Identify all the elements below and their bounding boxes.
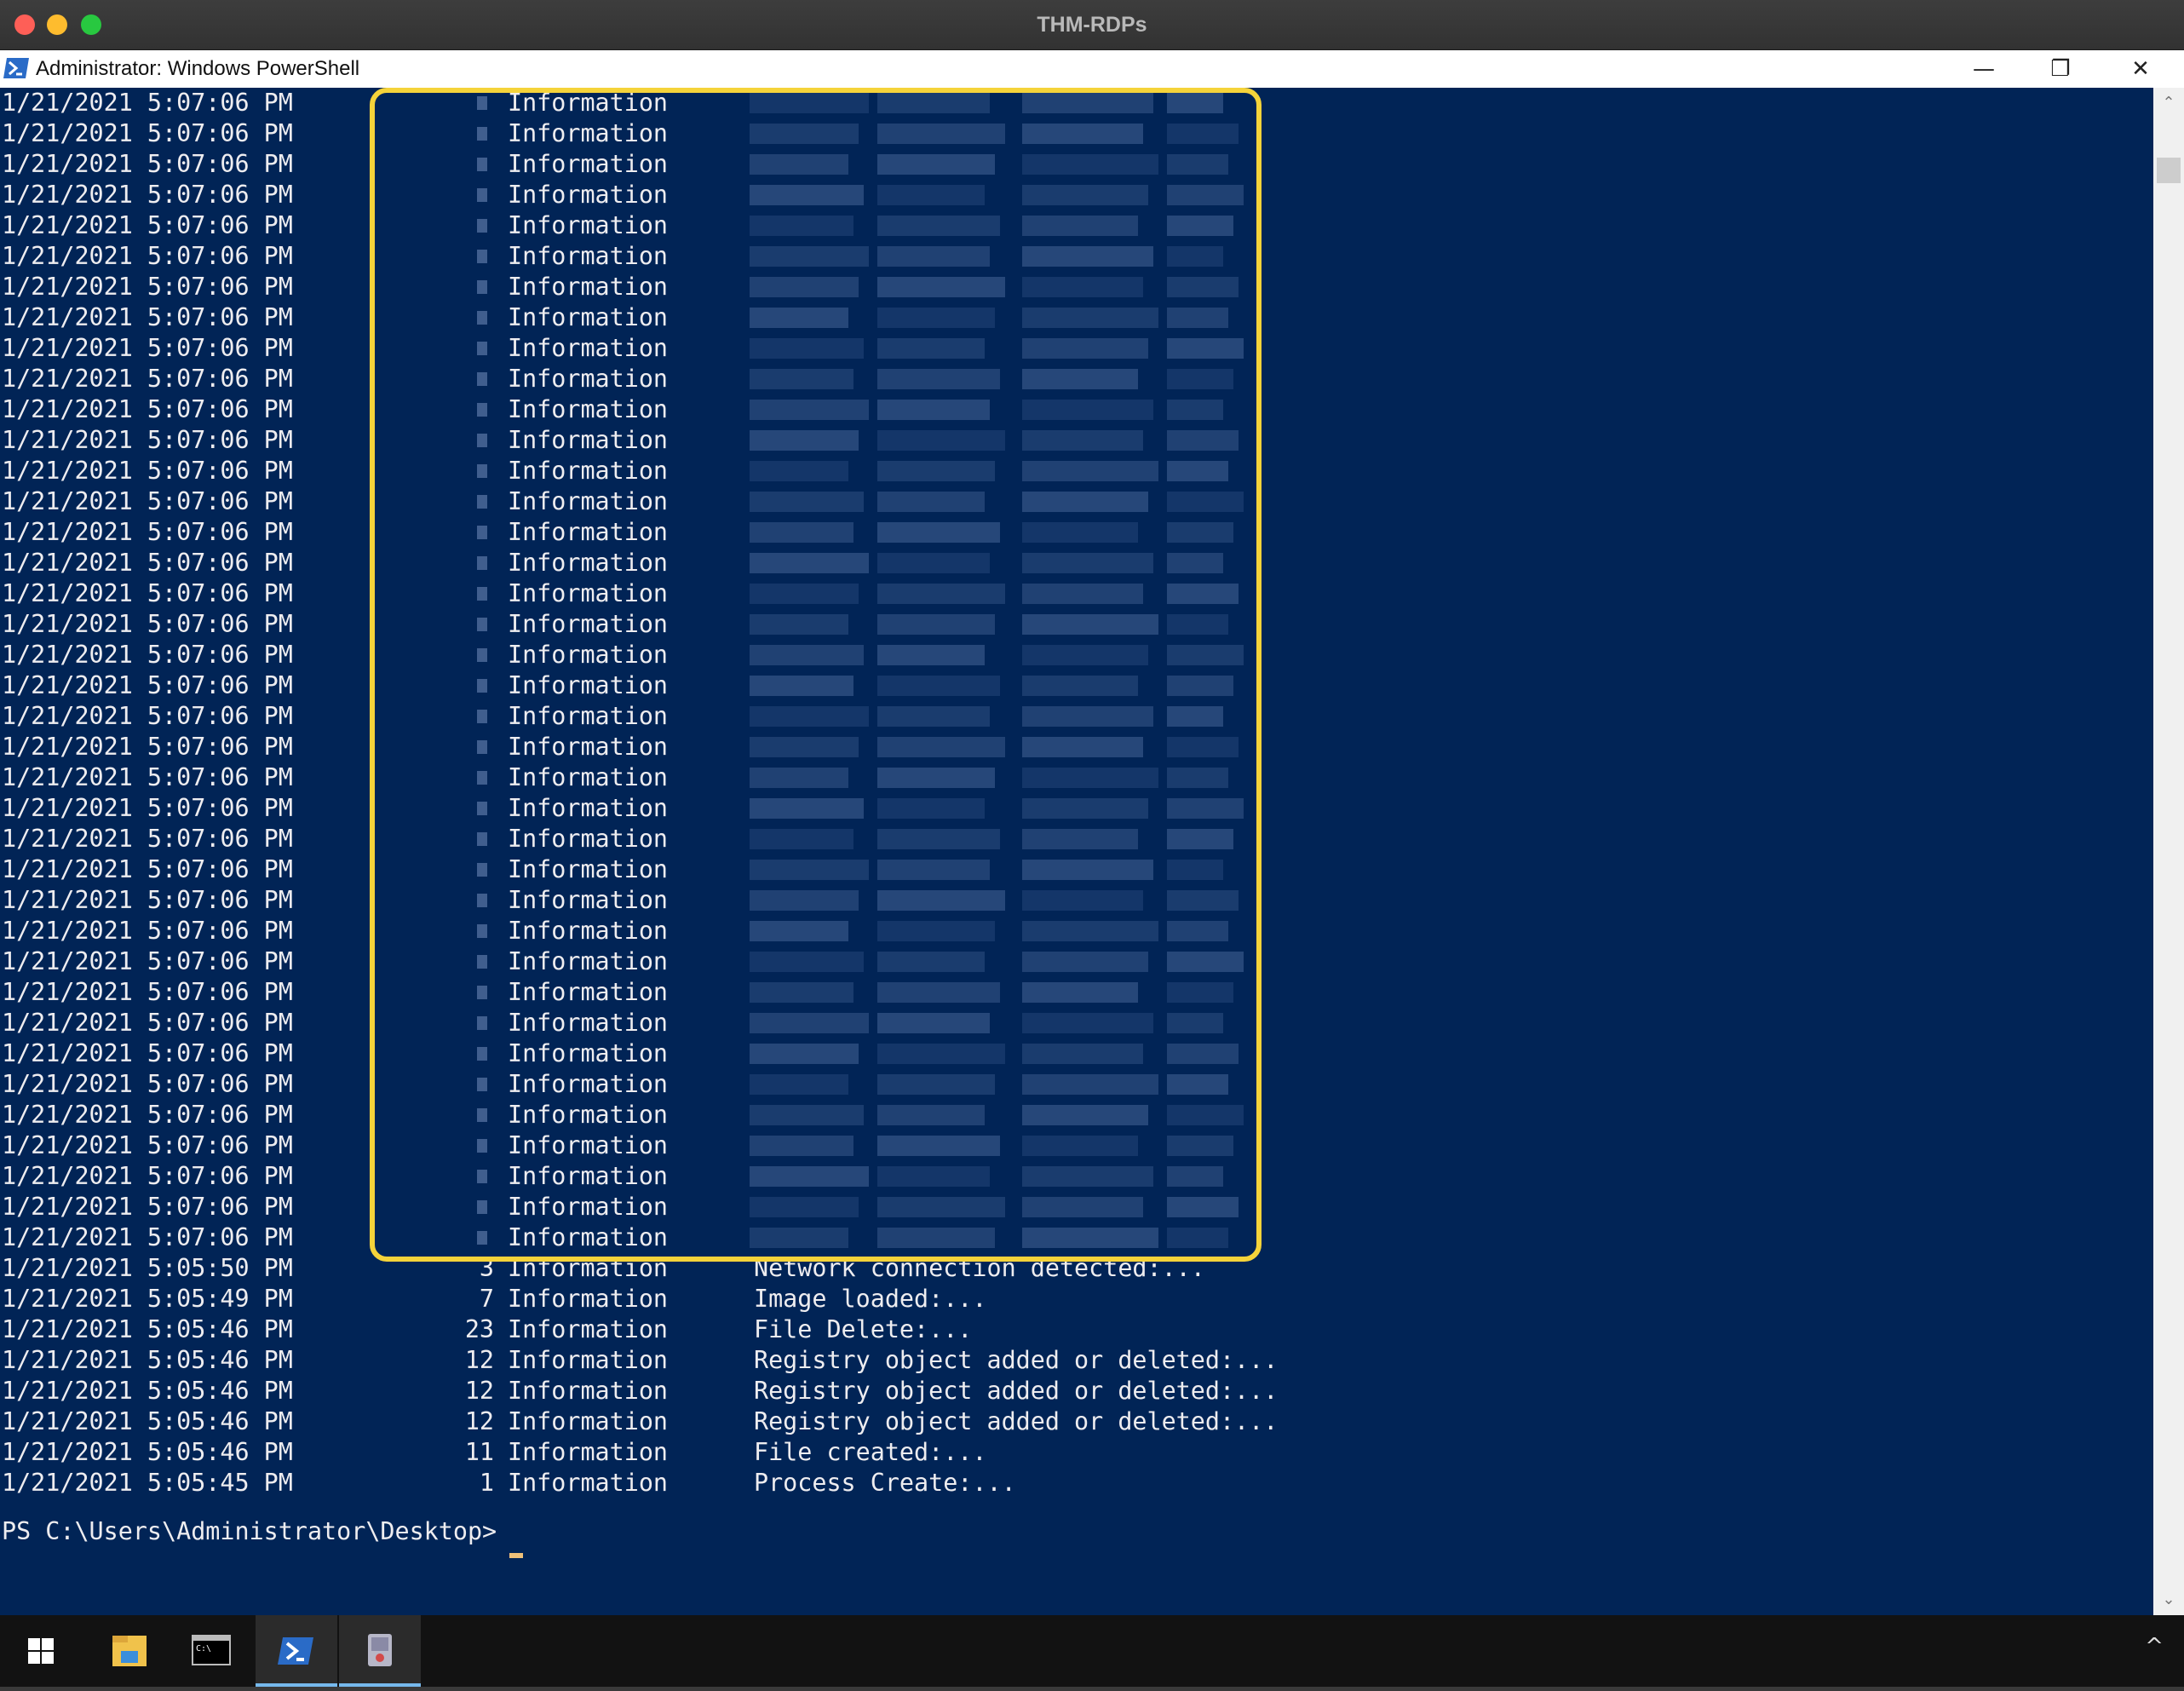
window-title-bar: Administrator: Windows PowerShell — ❐ ✕: [0, 50, 2184, 88]
highlight-box: [370, 88, 1262, 1262]
event-type: Information: [508, 1377, 669, 1405]
event-date: 1/21/2021 5:07:06 PM: [2, 579, 293, 607]
event-id: 12: [464, 1377, 494, 1405]
event-date: 1/21/2021 5:07:06 PM: [2, 855, 293, 883]
window-title: Administrator: Windows PowerShell: [36, 57, 360, 80]
app-icon: [368, 1634, 392, 1666]
event-id: 23: [464, 1315, 494, 1343]
event-date: 1/21/2021 5:07:06 PM: [2, 1223, 293, 1251]
windows-logo-icon: [28, 1638, 54, 1664]
event-date: 1/21/2021 5:07:06 PM: [2, 641, 293, 669]
event-date: 1/21/2021 5:07:06 PM: [2, 89, 293, 117]
event-id: 11: [464, 1438, 494, 1466]
event-date: 1/21/2021 5:07:06 PM: [2, 671, 293, 699]
file-explorer-button[interactable]: [89, 1615, 170, 1687]
folder-icon: [112, 1636, 147, 1666]
event-date: 1/21/2021 5:07:06 PM: [2, 1070, 293, 1098]
app-taskbar-button[interactable]: [339, 1615, 421, 1687]
event-message: Registry object added or deleted:...: [754, 1377, 1279, 1405]
event-message: Registry object added or deleted:...: [754, 1346, 1279, 1374]
event-date: 1/21/2021 5:07:06 PM: [2, 549, 293, 577]
event-date: 1/21/2021 5:07:06 PM: [2, 947, 293, 975]
vertical-scrollbar[interactable]: ⌃ ⌄: [2153, 88, 2184, 1615]
event-date: 1/21/2021 5:07:06 PM: [2, 1101, 293, 1129]
text-cursor: [509, 1553, 523, 1558]
event-id: 7: [479, 1285, 494, 1313]
scroll-up-icon[interactable]: ⌃: [2153, 88, 2184, 118]
event-type: Information: [508, 1407, 669, 1435]
event-date: 1/21/2021 5:07:06 PM: [2, 1039, 293, 1067]
event-date: 1/21/2021 5:05:49 PM: [2, 1285, 293, 1313]
event-type: Information: [508, 1346, 669, 1374]
taskbar: C:\ ^: [0, 1615, 2184, 1687]
event-date: 1/21/2021 5:07:06 PM: [2, 242, 293, 270]
event-date: 1/21/2021 5:05:45 PM: [2, 1469, 293, 1497]
event-date: 1/21/2021 5:05:46 PM: [2, 1438, 293, 1466]
event-type: Information: [508, 1469, 669, 1497]
event-date: 1/21/2021 5:07:06 PM: [2, 150, 293, 178]
event-date: 1/21/2021 5:07:06 PM: [2, 1193, 293, 1221]
event-id: 1: [479, 1469, 494, 1497]
scroll-down-icon[interactable]: ⌄: [2153, 1585, 2184, 1615]
terminal-icon: C:\: [192, 1635, 231, 1665]
event-date: 1/21/2021 5:07:06 PM: [2, 518, 293, 546]
event-date: 1/21/2021 5:07:06 PM: [2, 303, 293, 331]
event-date: 1/21/2021 5:07:06 PM: [2, 365, 293, 393]
event-message: File Delete:...: [754, 1315, 973, 1343]
event-message: Registry object added or deleted:...: [754, 1407, 1279, 1435]
svg-text:C:\: C:\: [196, 1644, 211, 1654]
event-date: 1/21/2021 5:07:06 PM: [2, 917, 293, 945]
event-type: Information: [508, 1285, 669, 1313]
event-id: 12: [464, 1407, 494, 1435]
start-button[interactable]: [0, 1615, 82, 1687]
event-date: 1/21/2021 5:07:06 PM: [2, 211, 293, 239]
powershell-taskbar-button[interactable]: [256, 1615, 337, 1687]
event-date: 1/21/2021 5:07:06 PM: [2, 825, 293, 853]
event-date: 1/21/2021 5:07:06 PM: [2, 733, 293, 761]
event-date: 1/21/2021 5:07:06 PM: [2, 978, 293, 1006]
tray-chevron-icon[interactable]: ^: [2145, 1634, 2164, 1659]
event-date: 1/21/2021 5:07:06 PM: [2, 1009, 293, 1037]
event-date: 1/21/2021 5:05:46 PM: [2, 1407, 293, 1435]
powershell-icon: [278, 1637, 313, 1665]
event-date: 1/21/2021 5:07:06 PM: [2, 119, 293, 147]
event-date: 1/21/2021 5:07:06 PM: [2, 487, 293, 515]
event-date: 1/21/2021 5:07:06 PM: [2, 886, 293, 914]
close-button[interactable]: ✕: [2102, 50, 2179, 88]
minimize-button[interactable]: —: [1945, 50, 2022, 88]
event-date: 1/21/2021 5:05:46 PM: [2, 1315, 293, 1343]
event-date: 1/21/2021 5:07:06 PM: [2, 1131, 293, 1159]
event-message: Image loaded:...: [754, 1285, 987, 1313]
event-date: 1/21/2021 5:07:06 PM: [2, 702, 293, 730]
prompt-line[interactable]: PS C:\Users\Administrator\Desktop>: [0, 1516, 497, 1547]
event-date: 1/21/2021 5:07:06 PM: [2, 610, 293, 638]
event-message: File created:...: [754, 1438, 987, 1466]
event-date: 1/21/2021 5:05:46 PM: [2, 1377, 293, 1405]
event-date: 1/21/2021 5:07:06 PM: [2, 763, 293, 791]
mac-window-title: THM-RDPs: [1037, 13, 1147, 37]
event-message: Process Create:...: [754, 1469, 1016, 1497]
mac-title-bar: THM-RDPs: [0, 0, 2184, 50]
event-date: 1/21/2021 5:07:06 PM: [2, 794, 293, 822]
event-date: 1/21/2021 5:05:46 PM: [2, 1346, 293, 1374]
powershell-icon: [3, 58, 29, 78]
event-id: 12: [464, 1346, 494, 1374]
command-prompt-button[interactable]: C:\: [170, 1615, 252, 1687]
event-date: 1/21/2021 5:07:06 PM: [2, 181, 293, 209]
event-type: Information: [508, 1315, 669, 1343]
event-date: 1/21/2021 5:05:50 PM: [2, 1254, 293, 1282]
event-date: 1/21/2021 5:07:06 PM: [2, 426, 293, 454]
restore-button[interactable]: ❐: [2022, 50, 2099, 88]
scroll-thumb[interactable]: [2157, 158, 2181, 183]
console-output[interactable]: 1/21/2021 5:07:06 PM Information 1/21/2021…: [0, 88, 2153, 1615]
event-date: 1/21/2021 5:07:06 PM: [2, 273, 293, 301]
prompt-text: PS C:\Users\Administrator\Desktop>: [2, 1517, 497, 1545]
event-date: 1/21/2021 5:07:06 PM: [2, 334, 293, 362]
event-date: 1/21/2021 5:07:06 PM: [2, 395, 293, 423]
event-date: 1/21/2021 5:07:06 PM: [2, 457, 293, 485]
event-date: 1/21/2021 5:07:06 PM: [2, 1162, 293, 1190]
event-type: Information: [508, 1438, 669, 1466]
